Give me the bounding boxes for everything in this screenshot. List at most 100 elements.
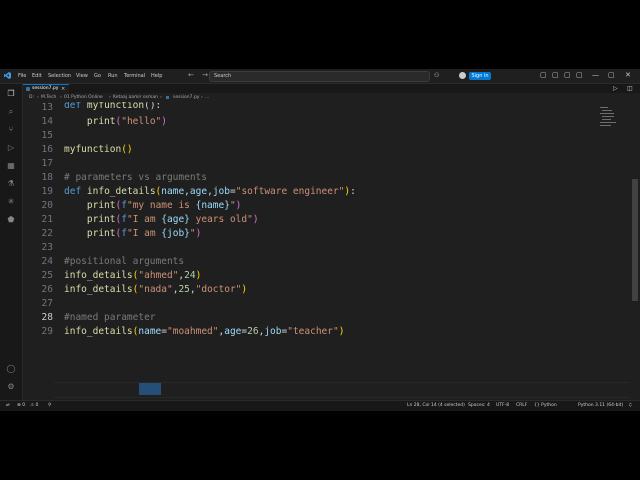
breadcrumb-separator: › [160, 95, 162, 100]
notifications-bell-icon[interactable]: ♫ [628, 403, 632, 408]
line-number: 29 [41, 326, 53, 337]
account-icon[interactable] [459, 72, 466, 79]
tab-close-icon[interactable]: × [61, 86, 65, 92]
back-forward-arrows-icon[interactable]: ← → [188, 71, 211, 79]
menu-go[interactable]: Go [94, 72, 101, 80]
line-number: 26 [41, 284, 53, 295]
status-bar: ⇌ ⊗ 0 ⚠ 0 ⚲ Ln 28, Col 14 (4 selected) S… [0, 400, 640, 411]
breadcrumb-item[interactable]: ... [205, 95, 209, 100]
line-number: 19 [41, 186, 53, 197]
text-selection [139, 383, 161, 395]
line-number: 24 [41, 256, 53, 267]
activity-bar: ❐ ⌕ ⑂ ▷ ▦ ⚗ ✳ ⬟ ◯ ⚙ [0, 84, 23, 400]
title-bar: File Edit Selection View Go Run Terminal… [0, 69, 640, 84]
code-editor[interactable]: 13 14 15 16 17 18 19 20 21 22 23 24 25 2… [23, 102, 630, 400]
breadcrumb: D: › M.Tech › 01 Python Online › Ketaaj … [23, 95, 640, 102]
line-number: 25 [41, 270, 53, 281]
explorer-icon[interactable]: ❐ [6, 89, 16, 99]
code-line-29: info_details(name="moahmed",age=26,job="… [64, 326, 345, 337]
minimap[interactable] [600, 107, 620, 127]
breadcrumb-item[interactable]: M.Tech [41, 95, 56, 100]
indentation-status[interactable]: Spaces: 4 [468, 403, 490, 408]
search-label: Search [214, 73, 232, 79]
menu-edit[interactable]: Edit [32, 72, 42, 80]
language-mode[interactable]: {} Python [534, 403, 557, 408]
code-line-18: # parameters vs arguments [64, 172, 207, 183]
line-number: 18 [41, 172, 53, 183]
layout-sidebar-icon[interactable]: ▢ [540, 71, 547, 79]
line-number: 17 [41, 158, 53, 169]
account-icon[interactable]: ◯ [6, 364, 16, 374]
source-control-icon[interactable]: ⑂ [6, 125, 16, 135]
run-python-file-icon[interactable]: ▷ [613, 85, 618, 92]
testing-icon[interactable]: ⚗ [6, 179, 16, 189]
vscode-logo [4, 72, 11, 79]
maximize-icon[interactable]: ▢ [608, 71, 615, 79]
code-line-25: info_details("ahmed",24) [64, 270, 202, 281]
python-file-icon [166, 96, 169, 99]
remote-icon[interactable]: ⬟ [6, 215, 16, 225]
tab-session7-py[interactable]: session7.py × [23, 84, 69, 94]
breadcrumb-separator: › [109, 95, 111, 100]
code-line-21: print(f"I am {age} years old") [86, 214, 259, 225]
vscode-window: File Edit Selection View Go Run Terminal… [0, 69, 640, 411]
command-center-search[interactable]: Search [209, 71, 430, 82]
cursor-position[interactable]: Ln 28, Col 14 (4 selected) [407, 403, 465, 408]
layout-panel-icon[interactable]: ▢ [552, 71, 559, 79]
customize-layout-icon[interactable]: ▢ [576, 71, 583, 79]
breadcrumb-separator: › [37, 95, 39, 100]
menu-view[interactable]: View [76, 72, 88, 80]
line-number: 23 [41, 242, 53, 253]
vertical-scrollbar[interactable] [632, 179, 638, 301]
code-line-28: #named parameter [64, 312, 156, 323]
menu-file[interactable]: File [18, 72, 26, 80]
line-number: 13 [41, 102, 53, 113]
eol-status[interactable]: CRLF [516, 403, 527, 408]
code-line-20: print(f"my name is {name}") [86, 200, 242, 211]
python-interpreter[interactable]: Python 3.11 (64-bit) [578, 403, 623, 408]
python-file-icon [26, 87, 30, 91]
code-line-16: myfunction() [64, 144, 133, 155]
code-line-26: info_details("nada",25,"doctor") [64, 284, 248, 295]
ports-icon[interactable]: ⚲ [48, 403, 51, 408]
line-number: 14 [41, 116, 53, 127]
menu-selection[interactable]: Selection [48, 72, 71, 80]
breadcrumb-separator: › [60, 95, 62, 100]
copilot-chat-icon[interactable]: ✳ [6, 197, 16, 207]
line-number: 15 [41, 130, 53, 141]
code-line-14: print("hello") [86, 116, 168, 127]
breadcrumb-item[interactable]: session7.py [173, 95, 199, 100]
sign-in-button[interactable]: Sign in [469, 72, 491, 80]
line-number: 27 [41, 298, 53, 309]
tab-bar: session7.py × ▷ ◫ ··· [23, 84, 640, 94]
code-line-13: def myfunction(): [64, 102, 162, 111]
menu-help[interactable]: Help [151, 72, 162, 80]
search-icon[interactable]: ⌕ [6, 107, 16, 117]
warnings-count[interactable]: ⚠ 0 [30, 403, 38, 408]
menu-run[interactable]: Run [108, 72, 118, 80]
close-icon[interactable]: ✕ [625, 71, 631, 79]
line-number: 20 [41, 200, 53, 211]
minimize-icon[interactable]: — [592, 71, 599, 79]
split-editor-icon[interactable]: ◫ [627, 85, 633, 92]
layout-split-icon[interactable]: ▢ [564, 71, 571, 79]
breadcrumb-separator: › [201, 95, 203, 100]
code-line-19: def info_details(name,age,job="software … [64, 186, 356, 197]
tab-label: session7.py [32, 86, 59, 91]
encoding-status[interactable]: UTF-8 [496, 403, 509, 408]
run-debug-icon[interactable]: ▷ [6, 143, 16, 153]
line-number-active: 28 [41, 312, 53, 323]
code-line-22: print(f"I am {job}") [86, 228, 202, 239]
settings-gear-icon[interactable]: ⚙ [6, 382, 16, 392]
errors-count[interactable]: ⊗ 0 [17, 403, 25, 408]
extensions-icon[interactable]: ▦ [6, 161, 16, 171]
breadcrumb-item[interactable]: Ketaaj aamir osman [113, 95, 158, 100]
copilot-icon[interactable]: ⚇ [434, 72, 439, 79]
breadcrumb-item[interactable]: D: [29, 95, 34, 100]
code-line-24: #positional arguments [64, 256, 185, 267]
menu-terminal[interactable]: Terminal [124, 72, 145, 80]
line-number: 22 [41, 228, 53, 239]
breadcrumb-item[interactable]: 01 Python Online [64, 95, 103, 100]
remote-indicator-icon[interactable]: ⇌ [6, 403, 10, 408]
line-number: 21 [41, 214, 53, 225]
